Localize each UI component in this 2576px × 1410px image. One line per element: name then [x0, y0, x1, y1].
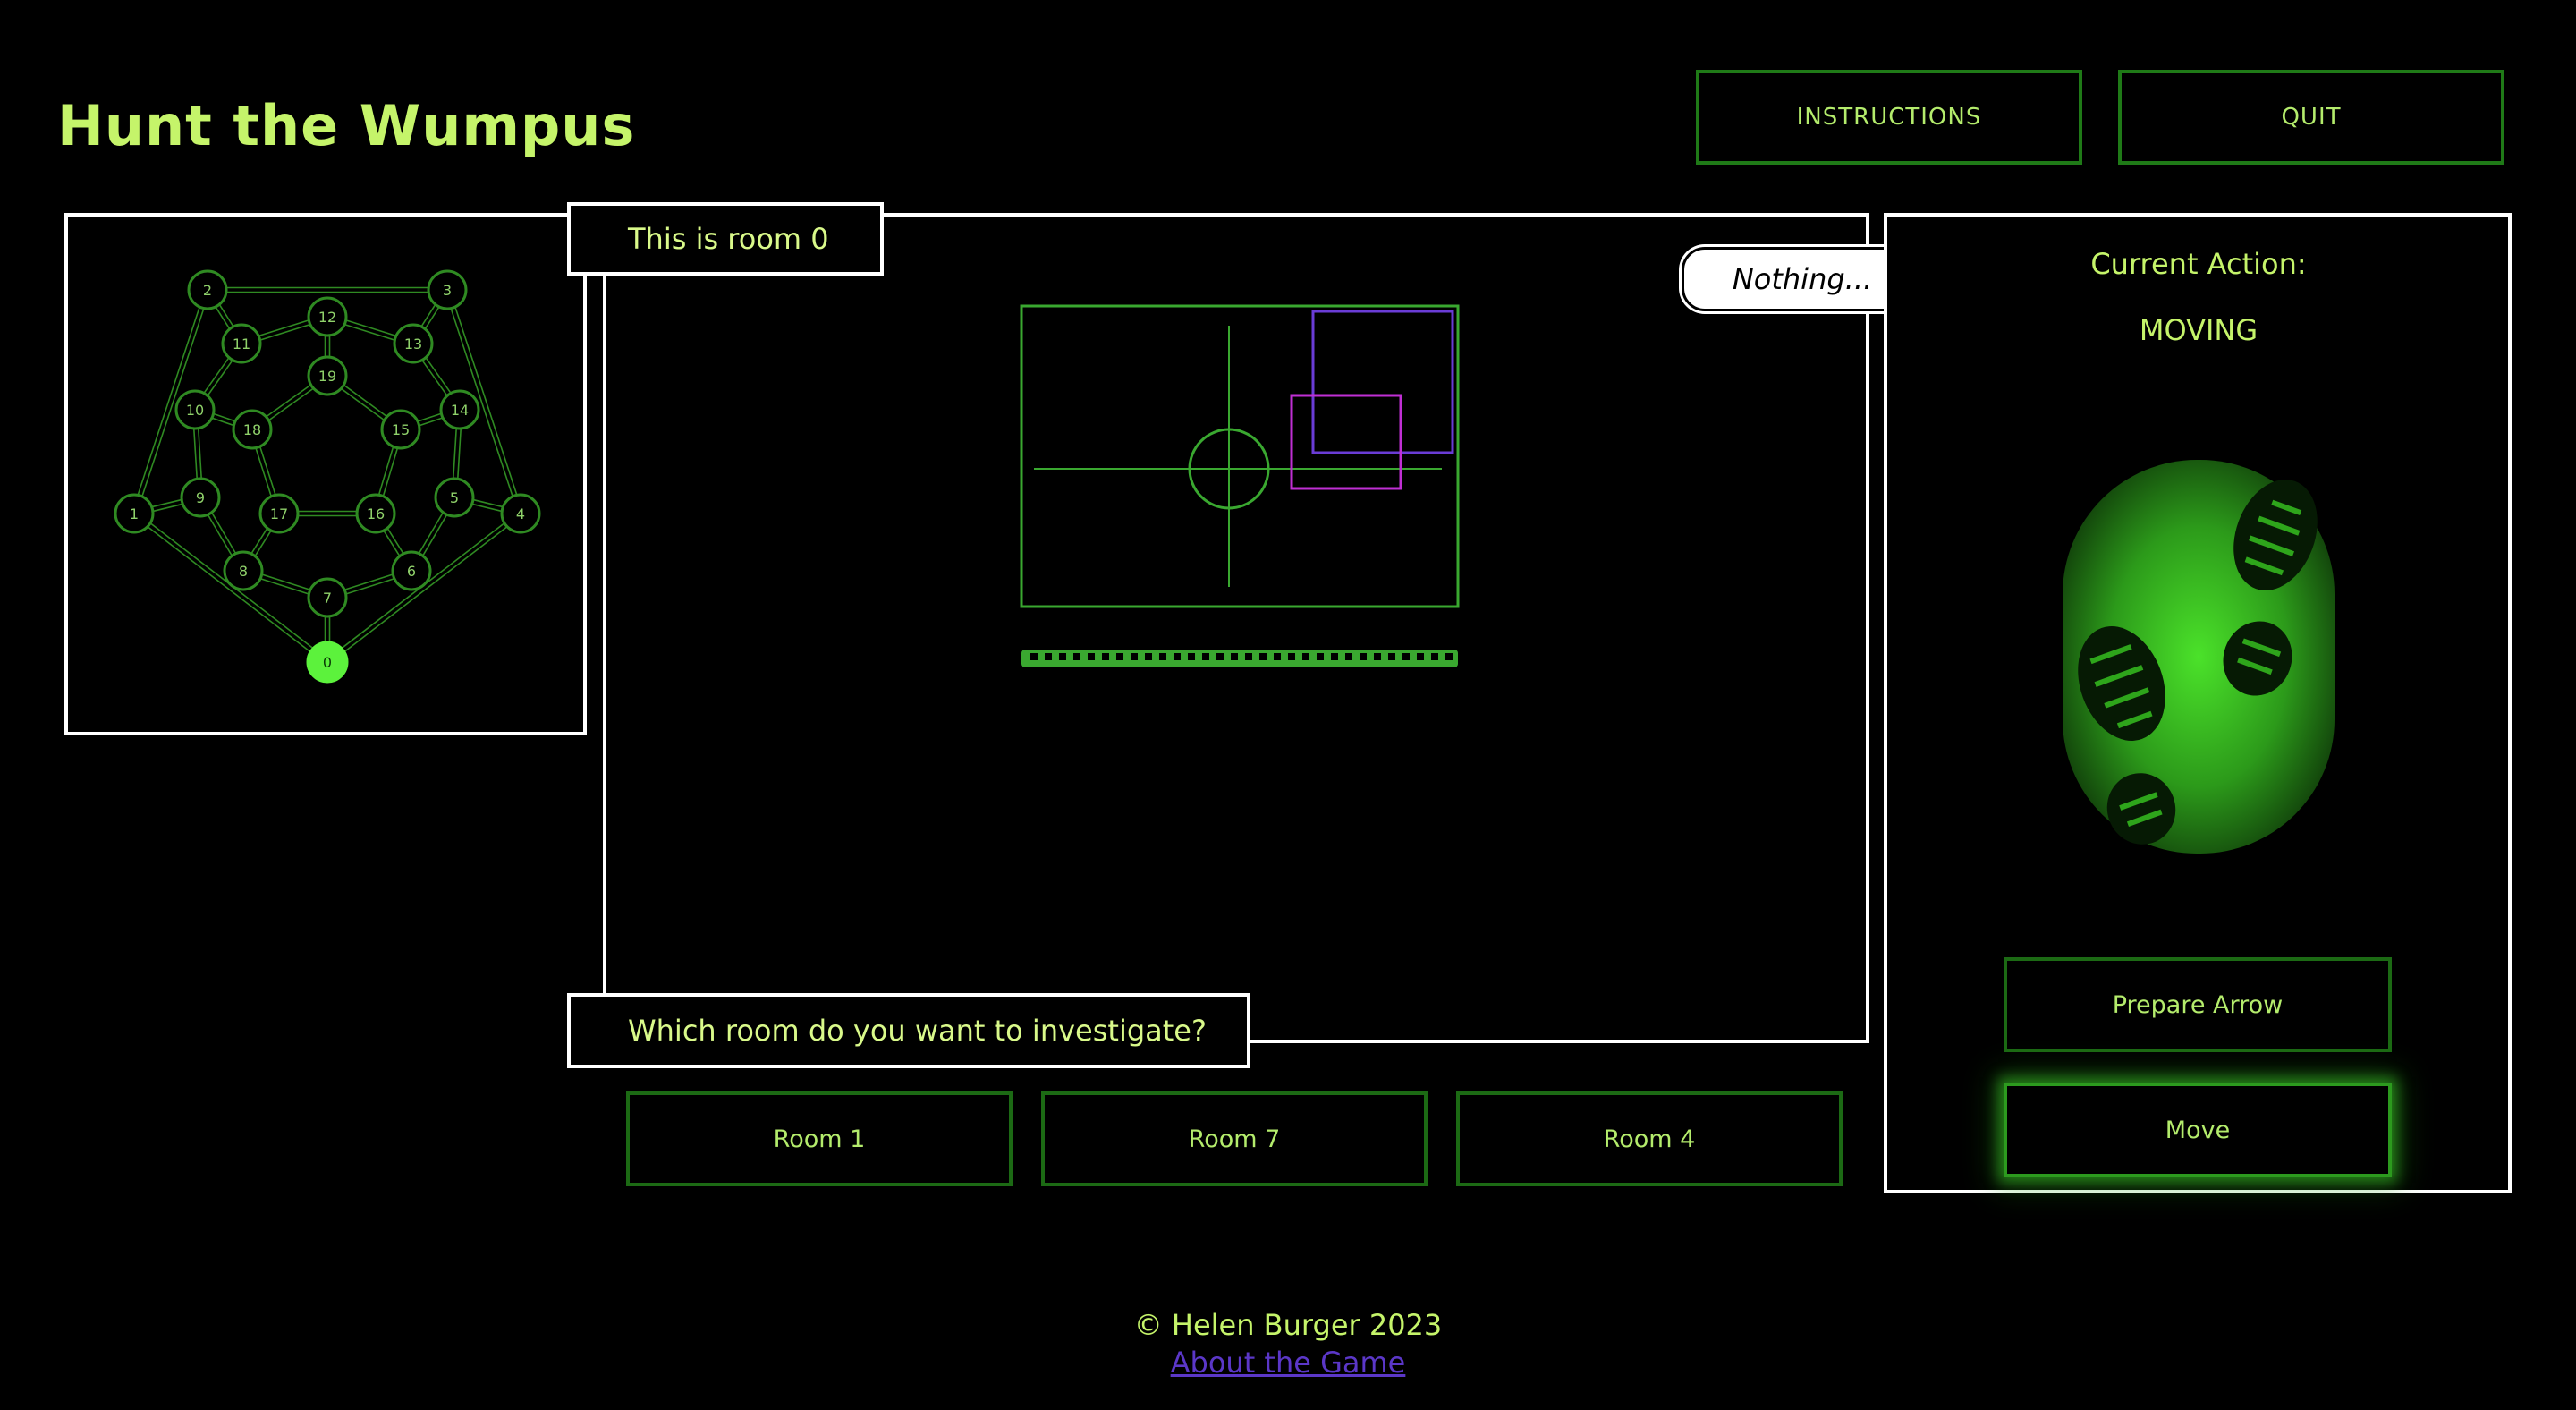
map-room-3: 3: [427, 269, 468, 310]
map-room-label: 5: [450, 489, 459, 506]
map-room-14: 14: [439, 389, 480, 430]
map-room-12: 12: [307, 296, 348, 337]
map-room-6: 6: [391, 550, 432, 591]
map-room-label: 4: [516, 505, 525, 522]
room-scanner-graphic: [1020, 304, 1460, 667]
current-action-heading: Current Action:: [2090, 247, 2307, 281]
room-choice-button-4[interactable]: Room 4: [1456, 1091, 1843, 1186]
map-room-1: 1: [114, 493, 155, 534]
map-room-15: 15: [380, 409, 421, 450]
map-room-label: 18: [243, 421, 261, 438]
scanner-frame: [1020, 304, 1460, 608]
scanner-blip-magenta: [1290, 394, 1402, 490]
map-room-16: 16: [355, 493, 396, 534]
prepare-arrow-button[interactable]: Prepare Arrow: [2004, 957, 2392, 1052]
map-panel: 0 1 2 3 4 5 6 7 8 9 10 11 12 13 14 15 16 17 18 19: [64, 213, 587, 735]
instructions-button[interactable]: INSTRUCTIONS: [1696, 70, 2082, 165]
map-room-10: 10: [174, 389, 216, 430]
about-game-link[interactable]: About the Game: [0, 1346, 2576, 1380]
dodecahedron-map: 012 345678910111213141516171819: [114, 269, 541, 684]
map-room-label: 2: [203, 282, 212, 299]
scanner-ruler: [1021, 650, 1458, 667]
map-room-label: 17: [270, 505, 288, 522]
map-room-17: 17: [258, 493, 300, 534]
room-view-panel: [603, 213, 1869, 1043]
map-room-5: 5: [434, 477, 475, 518]
map-room-label: 16: [367, 505, 385, 522]
map-room-2: 2: [187, 269, 228, 310]
map-room-label: 1: [130, 505, 139, 522]
move-button[interactable]: Move: [2004, 1083, 2392, 1177]
footprints-icon: [2063, 460, 2334, 854]
map-room-13: 13: [393, 323, 434, 364]
map-room-label: 7: [323, 590, 332, 607]
map-room-label: 11: [233, 336, 250, 352]
current-action-value: MOVING: [2139, 313, 2258, 347]
map-room-18: 18: [232, 409, 273, 450]
map-room-4: 4: [500, 493, 541, 534]
map-room-label: 14: [451, 402, 469, 419]
map-room-9: 9: [180, 477, 221, 518]
map-room-label: 10: [186, 402, 204, 419]
map-room-label: 15: [392, 421, 410, 438]
map-room-11: 11: [221, 323, 262, 364]
room-title: This is room 0: [567, 202, 884, 276]
map-room-label: 9: [196, 489, 205, 506]
map-room-8: 8: [223, 550, 264, 591]
scanner-blip-purple: [1311, 310, 1454, 454]
map-room-label: 3: [443, 282, 452, 299]
map-room-7: 7: [307, 577, 348, 618]
quit-button[interactable]: QUIT: [2118, 70, 2504, 165]
map-room-label: 13: [404, 336, 422, 352]
map-room-label: 12: [318, 309, 336, 326]
map-room-label: 6: [407, 563, 416, 580]
copyright-text: © Helen Burger 2023: [1133, 1308, 1443, 1342]
map-room-19: 19: [307, 355, 348, 396]
map-room-label: 0: [323, 654, 332, 671]
room-question: Which room do you want to investigate?: [567, 993, 1250, 1068]
room-choice-button-1[interactable]: Room 1: [626, 1091, 1013, 1186]
room-choice-button-7[interactable]: Room 7: [1041, 1091, 1428, 1186]
game-title: Hunt the Wumpus: [57, 93, 636, 158]
map-room-label: 8: [239, 563, 248, 580]
map-room-0: 0: [306, 641, 349, 684]
map-room-label: 19: [318, 368, 336, 385]
